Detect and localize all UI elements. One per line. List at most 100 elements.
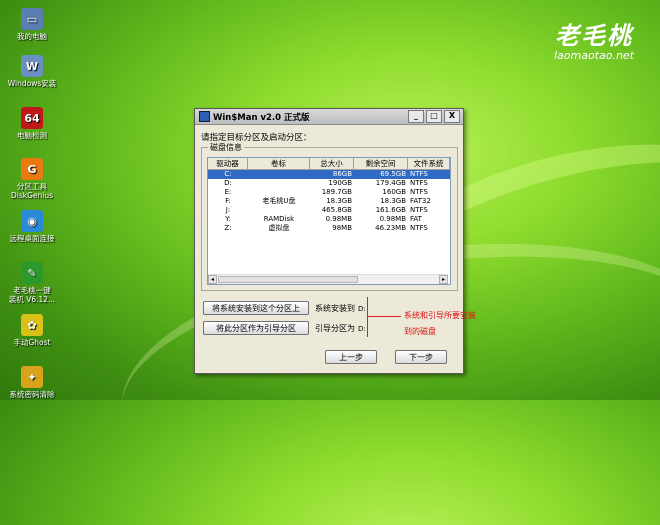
desktop-shortcut-label: 我的电脑 <box>17 32 47 41</box>
table-row[interactable]: J: 465.8GB 161.6GB NTFS <box>208 206 450 215</box>
cell-fs: NTFS <box>410 206 428 214</box>
desktop-shortcut[interactable]: ✦ 系统密码清除 <box>4 366 60 399</box>
disk-info-group: 磁盘信息 驱动器 卷标 总大小 剩余空间 文件系统 C: 86GB 69.5GB NT… <box>201 142 458 291</box>
desktop-shortcut[interactable]: ✎ 老毛桃一键 装机 V6.12... <box>4 262 60 304</box>
set-boot-partition-button[interactable]: 将此分区作为引导分区 <box>203 321 309 335</box>
cell-fs: NTFS <box>410 188 428 196</box>
desktop-shortcut[interactable]: G 分区工具 DiskGenius <box>4 158 60 200</box>
cell-fs: NTFS <box>410 179 428 187</box>
cell-free: 160GB <box>382 188 406 196</box>
next-button[interactable]: 下一步 <box>395 350 447 364</box>
desktop-shortcut[interactable]: W Windows安装 <box>4 55 60 88</box>
cell-label <box>248 188 310 197</box>
desktop-shortcut-label: 远程桌面连接 <box>9 234 55 243</box>
cell-drive: E: <box>224 188 232 196</box>
cell-fs: FAT32 <box>410 197 431 205</box>
desktop-shortcut-label: Windows安装 <box>7 79 57 88</box>
app-icon <box>199 111 210 122</box>
cell-fs: NTFS <box>410 224 428 232</box>
cell-free: 179.4GB <box>375 179 406 187</box>
cell-total: 189.7GB <box>321 188 352 196</box>
install-drive-value: D: <box>358 305 366 313</box>
cell-drive: Y: <box>225 215 231 223</box>
cell-drive: F: <box>225 197 231 205</box>
boot-drive-value: D: <box>358 325 366 333</box>
annotation-line-2: 到的磁盘 <box>404 327 436 336</box>
desktop-shortcut[interactable]: ◉ 远程桌面连接 <box>4 210 60 243</box>
prev-button[interactable]: 上一步 <box>325 350 377 364</box>
table-row[interactable]: Y: RAMDisk 0.98MB 0.98MB FAT <box>208 215 450 224</box>
cell-drive: D: <box>224 179 232 187</box>
annotation-arrow <box>367 316 401 317</box>
scroll-thumb[interactable] <box>218 276 358 283</box>
horizontal-scrollbar[interactable]: ◂ ▸ <box>208 274 448 284</box>
cell-total: 465.8GB <box>321 206 352 214</box>
minimize-button[interactable]: _ <box>408 110 424 123</box>
cell-drive: C: <box>224 170 232 178</box>
cell-label: 虚拟盘 <box>268 224 290 232</box>
dialog-titlebar[interactable]: Win$Man v2.0 正式版 _ □ X <box>195 109 463 125</box>
col-fs[interactable]: 文件系统 <box>408 158 450 169</box>
one-click-install-icon: ✎ <box>21 262 43 284</box>
table-row[interactable]: D: 190GB 179.4GB NTFS <box>208 179 450 188</box>
remote-desktop-icon: ◉ <box>21 210 43 232</box>
cell-total: 98MB <box>332 224 352 232</box>
cell-label <box>248 179 310 188</box>
cell-fs: FAT <box>410 215 422 223</box>
scroll-left-button[interactable]: ◂ <box>208 275 217 284</box>
cell-label <box>248 170 310 179</box>
cell-free: 46.23MB <box>375 224 406 232</box>
cell-free: 69.5GB <box>380 170 406 178</box>
cell-label: RAMDisk <box>263 215 295 223</box>
cell-drive: Z: <box>224 224 232 232</box>
windows-setup-icon: W <box>21 55 43 77</box>
maximize-button[interactable]: □ <box>426 110 442 123</box>
cell-total: 0.98MB <box>325 215 352 223</box>
cell-total: 18.3GB <box>326 197 352 205</box>
key-icon: ✦ <box>21 366 43 388</box>
close-button[interactable]: X <box>444 110 460 123</box>
desktop-shortcut-label: 分区工具 DiskGenius <box>10 182 54 200</box>
list-header: 驱动器 卷标 总大小 剩余空间 文件系统 <box>208 158 450 170</box>
desktop-shortcut-label: 电脑检测 <box>17 131 47 140</box>
diskgenius-icon: G <box>21 158 43 180</box>
col-free[interactable]: 剩余空间 <box>354 158 408 169</box>
cell-label: 老毛桃U盘 <box>262 197 296 205</box>
cell-total: 190GB <box>328 179 352 187</box>
brand-en: laomaotao.net <box>553 49 634 62</box>
install-to-partition-button[interactable]: 将系统安装到这个分区上 <box>203 301 309 315</box>
annotation-bracket <box>367 297 368 337</box>
brand-logo: 老毛桃 laomaotao.net <box>554 16 634 62</box>
desktop-shortcut[interactable]: 64 电脑检测 <box>4 107 60 140</box>
ghost-icon: ✿ <box>21 314 43 336</box>
group-label: 磁盘信息 <box>208 142 244 153</box>
dialog-title: Win$Man v2.0 正式版 <box>213 112 310 123</box>
disk-list[interactable]: 驱动器 卷标 总大小 剩余空间 文件系统 C: 86GB 69.5GB NTFS D: 1… <box>207 157 451 285</box>
col-total[interactable]: 总大小 <box>310 158 354 169</box>
col-label[interactable]: 卷标 <box>248 158 310 169</box>
cell-drive: J: <box>225 206 231 214</box>
cell-label <box>248 206 310 215</box>
boot-target-label: 引导分区为 <box>315 324 355 333</box>
desktop-shortcut-label: 手动Ghost <box>13 338 51 347</box>
cell-free: 18.3GB <box>380 197 406 205</box>
table-row[interactable]: E: 189.7GB 160GB NTFS <box>208 188 450 197</box>
system-check-icon: 64 <box>21 107 43 129</box>
scroll-right-button[interactable]: ▸ <box>439 275 448 284</box>
desktop-shortcut-label: 老毛桃一键 装机 V6.12... <box>8 286 56 304</box>
install-target-label: 系统安装到 <box>315 304 355 313</box>
table-row[interactable]: F: 老毛桃U盘 18.3GB 18.3GB FAT32 <box>208 197 450 206</box>
brand-cn: 老毛桃 <box>554 21 633 50</box>
table-row[interactable]: Z: 虚拟盘 98MB 46.23MB NTFS <box>208 224 450 233</box>
cell-fs: NTFS <box>410 170 428 178</box>
cell-total: 86GB <box>332 170 352 178</box>
cell-free: 0.98MB <box>379 215 406 223</box>
desktop-shortcut[interactable]: ▭ 我的电脑 <box>4 8 60 41</box>
computer-icon: ▭ <box>21 8 43 30</box>
table-row[interactable]: C: 86GB 69.5GB NTFS <box>208 170 450 179</box>
cell-free: 161.6GB <box>375 206 406 214</box>
annotation-line-1: 系统和引导所要安装 <box>404 311 476 320</box>
desktop-shortcut-label: 系统密码清除 <box>9 390 55 399</box>
col-drive[interactable]: 驱动器 <box>208 158 248 169</box>
desktop-shortcut[interactable]: ✿ 手动Ghost <box>4 314 60 347</box>
